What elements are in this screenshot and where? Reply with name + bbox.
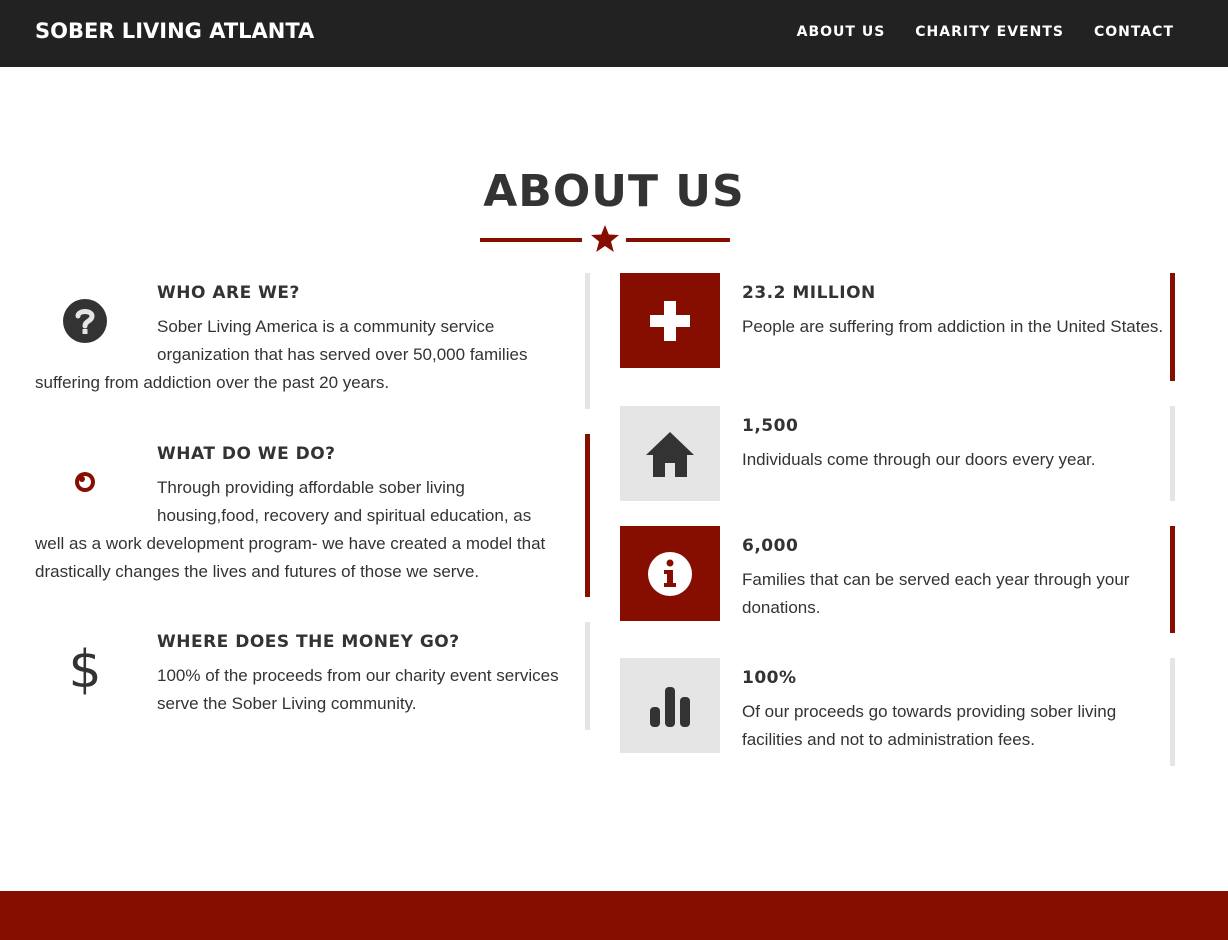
question-box (35, 273, 135, 368)
chart-box (620, 658, 720, 753)
right-item-proceeds: 100% Of our proceeds go towards providin… (620, 658, 1170, 766)
question-icon (63, 298, 107, 343)
right-bar-1 (1170, 273, 1175, 381)
star-icon (591, 225, 619, 252)
divider-line-left (480, 238, 582, 242)
title-divider (480, 224, 730, 254)
families-text: Families that can be served each year th… (742, 570, 1130, 617)
plus-icon (650, 300, 690, 341)
section-title: ABOUT US (483, 166, 745, 217)
home-box (620, 406, 720, 501)
proceeds-heading: 100% (742, 668, 797, 688)
left-item-what: WHAT DO WE DO? Through providing afforda… (35, 434, 565, 586)
home-icon (646, 431, 694, 477)
left-item-who: WHO ARE WE? Sober Living America is a co… (35, 273, 565, 397)
right-bar-2 (1170, 406, 1175, 501)
individuals-text: Individuals come through our doors every… (742, 450, 1096, 469)
divider-line-right (626, 238, 730, 242)
left-bar-1 (585, 273, 590, 409)
individuals-heading: 1,500 (742, 416, 799, 436)
right-bar-3 (1170, 526, 1175, 633)
nav-contact[interactable]: CONTACT (1094, 24, 1174, 40)
info-box (620, 526, 720, 621)
proceeds-text: Of our proceeds go towards providing sob… (742, 702, 1117, 749)
right-item-individuals: 1,500 Individuals come through our doors… (620, 406, 1170, 501)
main-nav: ABOUT US CHARITY EVENTS CONTACT (797, 24, 1174, 40)
plus-box (620, 273, 720, 368)
eye-box (35, 434, 135, 529)
nav-charity-events[interactable]: CHARITY EVENTS (915, 24, 1064, 40)
right-item-families: 6,000 Families that can be served each y… (620, 526, 1170, 633)
navbar: SOBER LIVING ATLANTA ABOUT US CHARITY EV… (0, 0, 1228, 67)
right-item-addiction: 23.2 MILLION People are suffering from a… (620, 273, 1170, 381)
bar-chart-icon (650, 686, 690, 727)
info-icon (648, 551, 692, 596)
footer (0, 891, 1228, 940)
left-item-money: $ WHERE DOES THE MONEY GO? 100% of the p… (35, 622, 565, 718)
eye-icon (60, 468, 110, 495)
right-bar-4 (1170, 658, 1175, 766)
families-heading: 6,000 (742, 536, 799, 556)
brand-logo[interactable]: SOBER LIVING ATLANTA (35, 19, 314, 43)
left-bar-2 (585, 434, 590, 597)
addiction-heading: 23.2 MILLION (742, 283, 876, 303)
left-bar-3 (585, 622, 590, 730)
addiction-text: People are suffering from addiction in t… (742, 317, 1164, 336)
nav-about-us[interactable]: ABOUT US (797, 24, 886, 40)
dollar-icon: $ (68, 639, 102, 700)
dollar-box: $ (35, 622, 135, 717)
